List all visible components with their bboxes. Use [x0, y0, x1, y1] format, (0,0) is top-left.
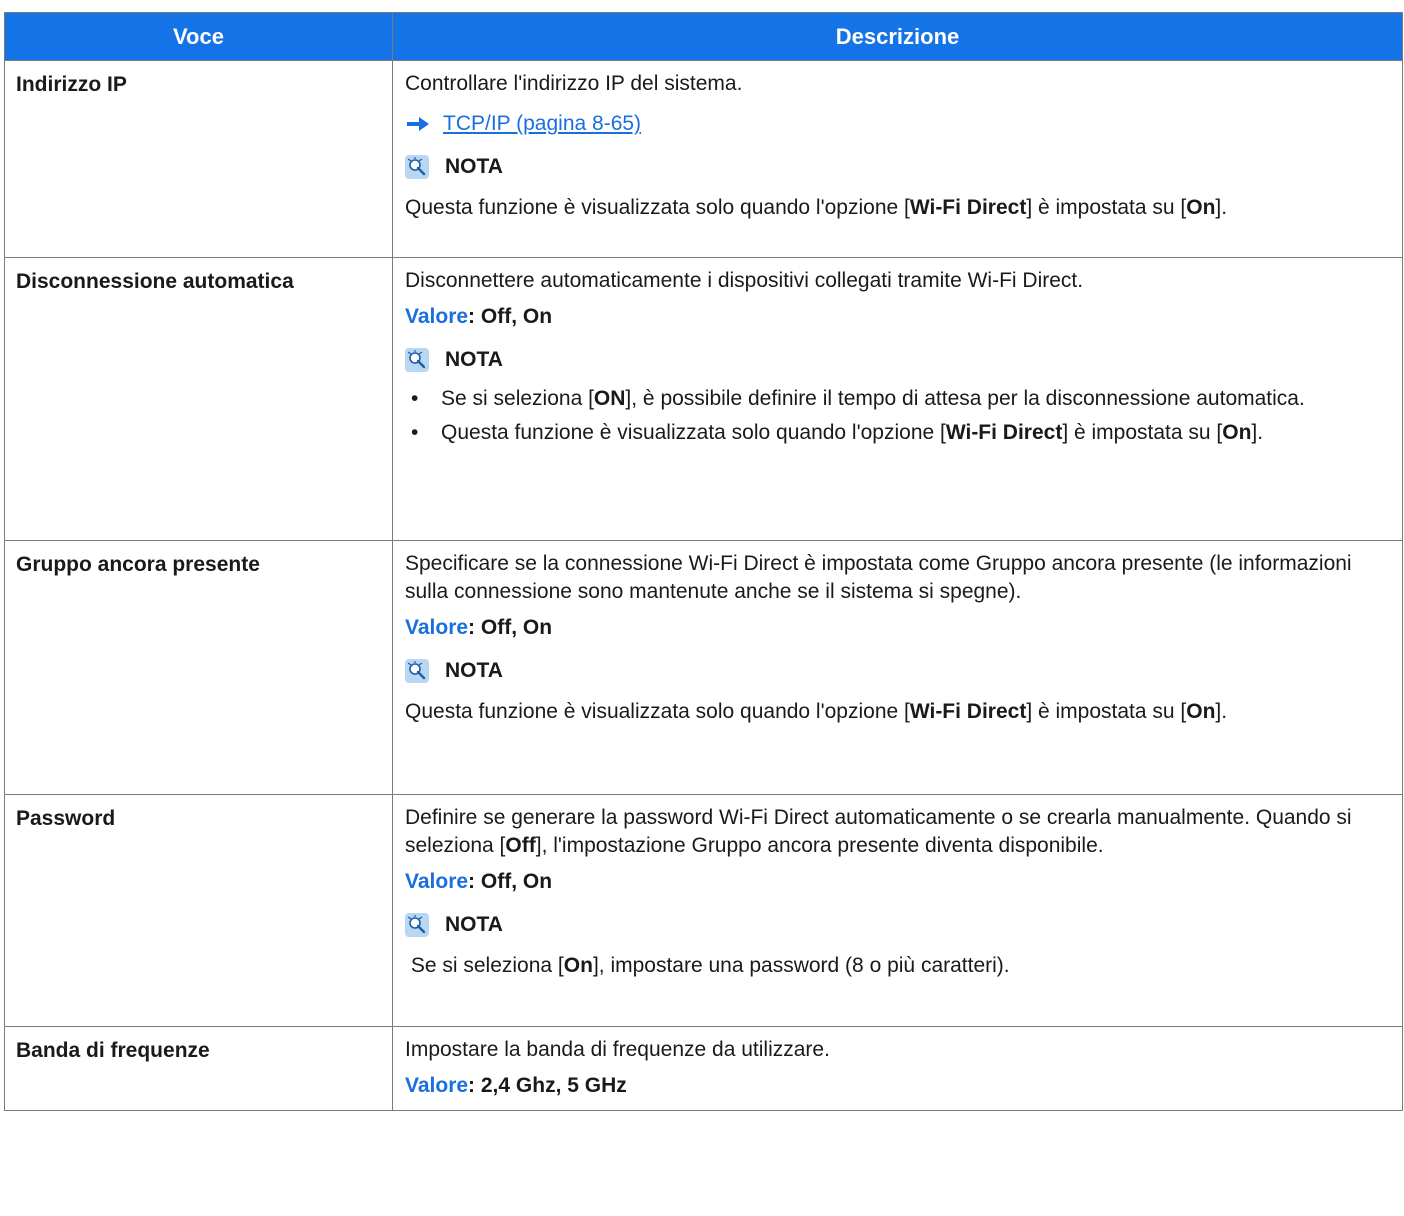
description-text: Specificare se la connessione Wi-Fi Dire…	[405, 552, 1352, 603]
note-pre: Se si seleziona [	[405, 954, 564, 977]
table-row-gruppo-ancora-presente: Gruppo ancora presente Specificare se la…	[4, 540, 1403, 795]
bullet-pre: Questa funzione è visualizzata solo quan…	[441, 421, 946, 444]
note-mid: ] è impostata su [	[1026, 196, 1187, 219]
bullet-post: ], è possibile definire il tempo di atte…	[625, 387, 1305, 410]
nota-lightbulb-icon	[405, 913, 429, 937]
note-pre: Questa funzione è visualizzata solo quan…	[405, 196, 910, 219]
note-bullet-list: Se si seleziona [ON], è possibile defini…	[405, 385, 1390, 447]
nota-heading: NOTA	[405, 345, 1390, 375]
valore-label: Valore	[405, 616, 469, 639]
nota-heading: NOTA	[405, 656, 1390, 686]
note-post: ], impostare una password (8 o più carat…	[592, 954, 1010, 977]
note-text: Questa funzione è visualizzata solo quan…	[405, 698, 1390, 726]
description-text: Controllare l'indirizzo IP del sistema.	[405, 72, 743, 95]
bullet-bold-1: Wi-Fi Direct	[945, 421, 1063, 444]
bullet-pre: Se si seleziona [	[441, 387, 594, 410]
valore-sep: :	[468, 305, 481, 328]
note-text: Questa funzione è visualizzata solo quan…	[405, 194, 1390, 222]
valore-value: Off, On	[480, 305, 553, 328]
table-row-disconnessione-automatica: Disconnessione automatica Disconnettere …	[4, 257, 1403, 541]
bullet-bold-2: On	[1222, 421, 1252, 444]
valore-sep: :	[468, 1074, 481, 1097]
valore-sep: :	[468, 616, 481, 639]
desc-post: ], l'impostazione Gruppo ancora presente…	[535, 834, 1104, 857]
descrizione-cell: Disconnettere automaticamente i disposit…	[392, 257, 1403, 541]
bullet-bold: ON	[593, 387, 626, 410]
descrizione-cell: Specificare se la connessione Wi-Fi Dire…	[392, 540, 1403, 795]
nota-label: NOTA	[445, 659, 503, 682]
valore-label: Valore	[405, 1074, 469, 1097]
nota-label: NOTA	[445, 348, 503, 371]
nota-lightbulb-icon	[405, 659, 429, 683]
note-mid: ] è impostata su [	[1026, 700, 1187, 723]
description-text: Disconnettere automaticamente i disposit…	[405, 269, 1084, 292]
note-bold-2: On	[1186, 196, 1216, 219]
voce-cell: Indirizzo IP	[4, 60, 393, 258]
table-row-indirizzo-ip: Indirizzo IP Controllare l'indirizzo IP …	[4, 60, 1403, 258]
list-item: Questa funzione è visualizzata solo quan…	[405, 419, 1390, 447]
nota-heading: NOTA	[405, 152, 1390, 182]
nota-label: NOTA	[445, 913, 503, 936]
nota-heading: NOTA	[405, 910, 1390, 940]
valore-sep: :	[468, 870, 481, 893]
note-bold: On	[563, 954, 593, 977]
note-bold-1: Wi-Fi Direct	[909, 196, 1027, 219]
valore-line: Valore: Off, On	[405, 303, 1390, 331]
descrizione-cell: Controllare l'indirizzo IP del sistema. …	[392, 60, 1403, 258]
descrizione-cell: Impostare la banda di frequenze da utili…	[392, 1026, 1403, 1111]
note-bold-2: On	[1186, 700, 1216, 723]
header-voce: Voce	[4, 12, 393, 61]
desc-bold: Off	[505, 834, 536, 857]
table-row-banda-di-frequenze: Banda di frequenze Impostare la banda di…	[4, 1026, 1403, 1111]
voce-cell: Gruppo ancora presente	[4, 540, 393, 795]
note-pre: Questa funzione è visualizzata solo quan…	[405, 700, 910, 723]
table-row-password: Password Definire se generare la passwor…	[4, 794, 1403, 1027]
list-item: Se si seleziona [ON], è possibile defini…	[405, 385, 1390, 413]
valore-value: Off, On	[480, 616, 553, 639]
note-text: Se si seleziona [On], impostare una pass…	[405, 952, 1390, 980]
valore-line: Valore: Off, On	[405, 614, 1390, 642]
tcp-ip-link[interactable]: TCP/IP (pagina 8-65)	[443, 110, 641, 138]
valore-label: Valore	[405, 305, 469, 328]
reference-link-line: TCP/IP (pagina 8-65)	[405, 110, 1390, 138]
description-text: Definire se generare la password Wi-Fi D…	[405, 804, 1390, 860]
valore-label: Valore	[405, 870, 469, 893]
header-descrizione: Descrizione	[392, 12, 1403, 61]
nota-label: NOTA	[445, 155, 503, 178]
arrow-right-icon	[407, 117, 429, 131]
note-bold-1: Wi-Fi Direct	[909, 700, 1027, 723]
valore-value: 2,4 Ghz, 5 GHz	[480, 1074, 627, 1097]
settings-table: Voce Descrizione Indirizzo IP Controllar…	[4, 12, 1403, 1111]
nota-lightbulb-icon	[405, 155, 429, 179]
bullet-post: ].	[1251, 421, 1264, 444]
voce-cell: Disconnessione automatica	[4, 257, 393, 541]
valore-line: Valore: Off, On	[405, 868, 1390, 896]
bullet-mid: ] è impostata su [	[1062, 421, 1223, 444]
descrizione-cell: Definire se generare la password Wi-Fi D…	[392, 794, 1403, 1027]
voce-cell: Password	[4, 794, 393, 1027]
voce-cell: Banda di frequenze	[4, 1026, 393, 1111]
description-text: Impostare la banda di frequenze da utili…	[405, 1038, 830, 1061]
nota-lightbulb-icon	[405, 348, 429, 372]
note-post: ].	[1215, 700, 1228, 723]
table-header-row: Voce Descrizione	[4, 12, 1403, 61]
valore-line: Valore: 2,4 Ghz, 5 GHz	[405, 1072, 1390, 1100]
note-post: ].	[1215, 196, 1228, 219]
valore-value: Off, On	[480, 870, 553, 893]
